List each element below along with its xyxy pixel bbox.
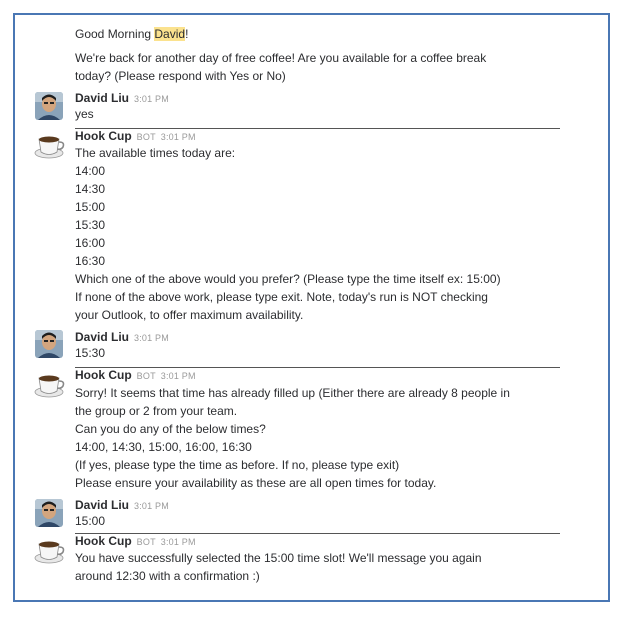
timestamp[interactable]: 3:01 PM: [161, 537, 196, 547]
user-avatar[interactable]: [35, 92, 63, 120]
user-avatar-icon: [35, 499, 63, 527]
user-avatar-icon: [35, 330, 63, 358]
author-name[interactable]: David Liu: [75, 498, 129, 512]
message-line: yes: [75, 107, 94, 121]
message-list: Good Morning David! We're back for anoth…: [15, 15, 608, 600]
message-header: Hook Cup BOT 3:01 PM: [75, 128, 196, 146]
timestamp[interactable]: 3:01 PM: [134, 333, 169, 343]
message-line: 15:30: [75, 218, 106, 232]
message-line: (If yes, please type the time as before.…: [75, 458, 400, 472]
message-line: the group or 2 from your team.: [75, 404, 238, 418]
greeting-punctuation: !: [185, 27, 189, 41]
timestamp[interactable]: 3:01 PM: [134, 94, 169, 104]
author-name[interactable]: David Liu: [75, 91, 129, 105]
message-line: your Outlook, to offer maximum availabil…: [75, 308, 304, 322]
bot-avatar[interactable]: [34, 371, 66, 399]
message-line: Please ensure your availability as these…: [75, 476, 437, 490]
timestamp[interactable]: 3:01 PM: [161, 371, 196, 381]
bot-avatar[interactable]: [34, 132, 66, 160]
author-name[interactable]: Hook Cup: [75, 368, 132, 382]
coffee-cup-icon: [34, 375, 65, 398]
message-line: Sorry! It seems that time has already fi…: [75, 386, 510, 400]
timestamp[interactable]: 3:01 PM: [134, 501, 169, 511]
bot-badge: BOT: [136, 537, 156, 547]
message-header: Hook Cup BOT 3:01 PM: [75, 533, 196, 551]
user-avatar[interactable]: [35, 499, 63, 527]
message-line: The available times today are:: [75, 146, 236, 160]
message-line: Which one of the above would you prefer?…: [75, 272, 501, 286]
message-line: Can you do any of the below times?: [75, 422, 266, 436]
message-line: 14:00: [75, 164, 106, 178]
author-name[interactable]: Hook Cup: [75, 129, 132, 143]
coffee-cup-icon: [34, 136, 65, 159]
message-line: You have successfully selected the 15:00…: [75, 551, 482, 565]
message-line: We're back for another day of free coffe…: [75, 51, 487, 65]
coffee-cup-icon: [34, 541, 65, 564]
message-line: today? (Please respond with Yes or No): [75, 69, 286, 83]
author-name[interactable]: Hook Cup: [75, 534, 132, 548]
message-line: 16:30: [75, 254, 106, 268]
message-line: If none of the above work, please type e…: [75, 290, 488, 304]
greeting-text: Good Morning: [75, 27, 155, 41]
message-line: around 12:30 with a confirmation :): [75, 569, 260, 583]
user-avatar-icon: [35, 92, 63, 120]
message-line: 14:30: [75, 182, 106, 196]
greeting-line: Good Morning David!: [75, 26, 188, 43]
author-name[interactable]: David Liu: [75, 330, 129, 344]
message-line: 15:30: [75, 346, 106, 360]
message-line: 14:00, 14:30, 15:00, 16:00, 16:30: [75, 440, 252, 454]
mention-highlight[interactable]: David: [154, 27, 186, 41]
message-line: 15:00: [75, 200, 106, 214]
timestamp[interactable]: 3:01 PM: [161, 132, 196, 142]
bot-badge: BOT: [136, 132, 156, 142]
bot-avatar[interactable]: [34, 537, 66, 565]
message-header: Hook Cup BOT 3:01 PM: [75, 367, 196, 385]
message-line: 16:00: [75, 236, 106, 250]
bot-badge: BOT: [136, 371, 156, 381]
message-line: 15:00: [75, 514, 106, 528]
chat-window: Good Morning David! We're back for anoth…: [13, 13, 610, 602]
user-avatar[interactable]: [35, 330, 63, 358]
